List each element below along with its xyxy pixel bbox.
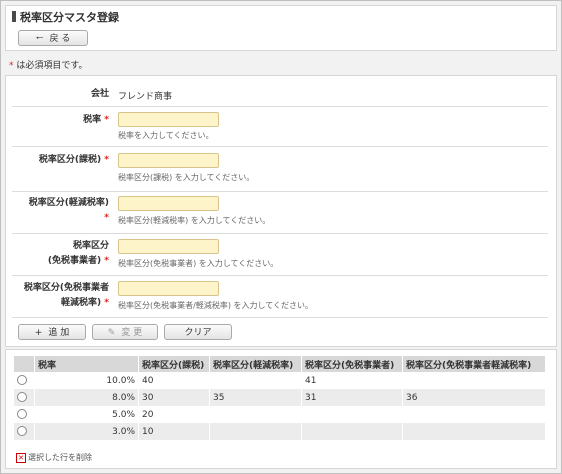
required-asterisk: * bbox=[104, 213, 109, 223]
column-header-exempt-reduced: 税率区分(免税事業者軽減税率) bbox=[402, 356, 546, 372]
column-header-exempt: 税率区分(免税事業者) bbox=[301, 356, 403, 372]
pencil-icon: ✎ bbox=[107, 328, 116, 338]
tax-rate-table: 税率 税率区分(課税) 税率区分(軽減税率) 税率区分(免税事業者) 税率区分(… bbox=[14, 356, 546, 440]
taxable-label-text: 税率区分(課税) bbox=[38, 155, 102, 165]
tax-rate-hint: 税率を入力してください。 bbox=[118, 131, 214, 140]
clear-button[interactable]: クリア bbox=[164, 324, 232, 340]
delete-selected-label: 選択した行を削除 bbox=[28, 453, 92, 462]
cell-reduced: 35 bbox=[209, 389, 302, 406]
add-button-label: 追 加 bbox=[48, 328, 70, 338]
divider bbox=[12, 146, 548, 147]
delete-selected-link[interactable]: ✕ 選択した行を削除 bbox=[16, 452, 92, 463]
row-select[interactable] bbox=[14, 423, 35, 440]
radio-button[interactable] bbox=[17, 375, 27, 386]
exempt-hint: 税率区分(免税事業者) を入力してください。 bbox=[118, 259, 279, 268]
tax-rate-input[interactable] bbox=[118, 112, 219, 127]
exempt-input[interactable] bbox=[118, 239, 219, 254]
cell-taxable: 10 bbox=[138, 423, 210, 440]
back-button[interactable]: 🠐 戻 る bbox=[18, 30, 88, 46]
required-asterisk: * bbox=[9, 61, 14, 71]
exempt-label-line1: 税率区分 bbox=[72, 241, 109, 251]
arrow-left-icon: 🠐 bbox=[35, 34, 44, 44]
divider bbox=[12, 191, 548, 192]
tax-rate-label: 税率 * bbox=[6, 113, 109, 127]
delete-icon: ✕ bbox=[16, 452, 26, 463]
form-panel: 会社 フレンド商事 税率 * 税率を入力してください。 税率区分(課税) * 税… bbox=[5, 75, 557, 347]
cell-exempt bbox=[301, 423, 403, 440]
table-row[interactable]: 5.0% 20 bbox=[14, 406, 546, 423]
page-title: 税率区分マスタ登録 bbox=[20, 11, 119, 24]
cell-taxable: 20 bbox=[138, 406, 210, 423]
cell-exempt bbox=[301, 406, 403, 423]
company-label: 会社 bbox=[90, 89, 109, 99]
row-select[interactable] bbox=[14, 406, 35, 423]
radio-button[interactable] bbox=[17, 426, 27, 437]
reduced-label: 税率区分(軽減税率) bbox=[28, 198, 109, 208]
exempt-label-text: (免税事業者) bbox=[47, 256, 102, 266]
tax-rate-label-text: 税率 bbox=[83, 115, 102, 125]
cell-reduced bbox=[209, 372, 302, 389]
divider bbox=[12, 233, 548, 234]
required-asterisk: * bbox=[104, 155, 109, 165]
title-marker bbox=[12, 11, 16, 22]
exempt-reduced-hint: 税率区分(免税事業者/軽減税率) を入力してください。 bbox=[118, 301, 313, 310]
exempt-label-line2: (免税事業者) * bbox=[6, 254, 109, 268]
column-header-tax-rate: 税率 bbox=[34, 356, 139, 372]
reduced-hint: 税率区分(軽減税率) を入力してください。 bbox=[118, 216, 271, 225]
exempt-reduced-label-text: 軽減税率) bbox=[61, 298, 102, 308]
header-panel: 税率区分マスタ登録 🠐 戻 る bbox=[5, 5, 557, 51]
cell-reduced bbox=[209, 423, 302, 440]
column-header-taxable: 税率区分(課税) bbox=[138, 356, 210, 372]
divider bbox=[12, 317, 548, 318]
cell-taxable: 30 bbox=[138, 389, 210, 406]
required-asterisk: * bbox=[104, 115, 109, 125]
exempt-reduced-label-line2: 軽減税率) * bbox=[6, 296, 109, 310]
table-panel: 税率 税率区分(課税) 税率区分(軽減税率) 税率区分(免税事業者) 税率区分(… bbox=[5, 349, 557, 469]
divider bbox=[12, 275, 548, 276]
radio-button[interactable] bbox=[17, 392, 27, 403]
required-note-text: は必須項目です。 bbox=[16, 61, 88, 71]
cell-taxable: 40 bbox=[138, 372, 210, 389]
required-asterisk: * bbox=[104, 256, 109, 266]
column-header-reduced: 税率区分(軽減税率) bbox=[209, 356, 302, 372]
radio-button[interactable] bbox=[17, 409, 27, 420]
taxable-hint: 税率区分(課税) を入力してください。 bbox=[118, 173, 255, 182]
exempt-reduced-label-line1: 税率区分(免税事業者 bbox=[23, 283, 109, 293]
table-row[interactable]: 8.0% 30 35 31 36 bbox=[14, 389, 546, 406]
row-select[interactable] bbox=[14, 372, 35, 389]
table-row[interactable]: 3.0% 10 bbox=[14, 423, 546, 440]
company-value: フレンド商事 bbox=[118, 92, 173, 102]
required-note: * は必須項目です。 bbox=[9, 58, 87, 71]
table-row[interactable]: 10.0% 40 41 bbox=[14, 372, 546, 389]
cell-tax-rate: 8.0% bbox=[34, 389, 139, 406]
reduced-required: * bbox=[6, 211, 109, 225]
edit-button-label: 変 更 bbox=[121, 328, 143, 338]
required-asterisk: * bbox=[104, 298, 109, 308]
add-button[interactable]: + 追 加 bbox=[18, 324, 86, 340]
clear-button-label: クリア bbox=[184, 328, 212, 338]
cell-exempt-reduced: 36 bbox=[402, 389, 546, 406]
taxable-label: 税率区分(課税) * bbox=[6, 153, 109, 167]
cell-exempt: 31 bbox=[301, 389, 403, 406]
table-header-row: 税率 税率区分(課税) 税率区分(軽減税率) 税率区分(免税事業者) 税率区分(… bbox=[14, 356, 546, 372]
cell-tax-rate: 3.0% bbox=[34, 423, 139, 440]
cell-exempt: 41 bbox=[301, 372, 403, 389]
back-button-label: 戻 る bbox=[49, 34, 71, 44]
cell-exempt-reduced bbox=[402, 372, 546, 389]
select-column-header bbox=[14, 356, 35, 372]
window-frame: 税率区分マスタ登録 🠐 戻 る * は必須項目です。 会社 フレンド商事 税率 *… bbox=[0, 0, 562, 474]
cell-tax-rate: 10.0% bbox=[34, 372, 139, 389]
cell-reduced bbox=[209, 406, 302, 423]
taxable-input[interactable] bbox=[118, 153, 219, 168]
divider bbox=[12, 106, 548, 107]
plus-icon: + bbox=[34, 328, 43, 338]
exempt-reduced-input[interactable] bbox=[118, 281, 219, 296]
row-select[interactable] bbox=[14, 389, 35, 406]
reduced-input[interactable] bbox=[118, 196, 219, 211]
cell-tax-rate: 5.0% bbox=[34, 406, 139, 423]
edit-button[interactable]: ✎ 変 更 bbox=[92, 324, 158, 340]
cell-exempt-reduced bbox=[402, 423, 546, 440]
cell-exempt-reduced bbox=[402, 406, 546, 423]
